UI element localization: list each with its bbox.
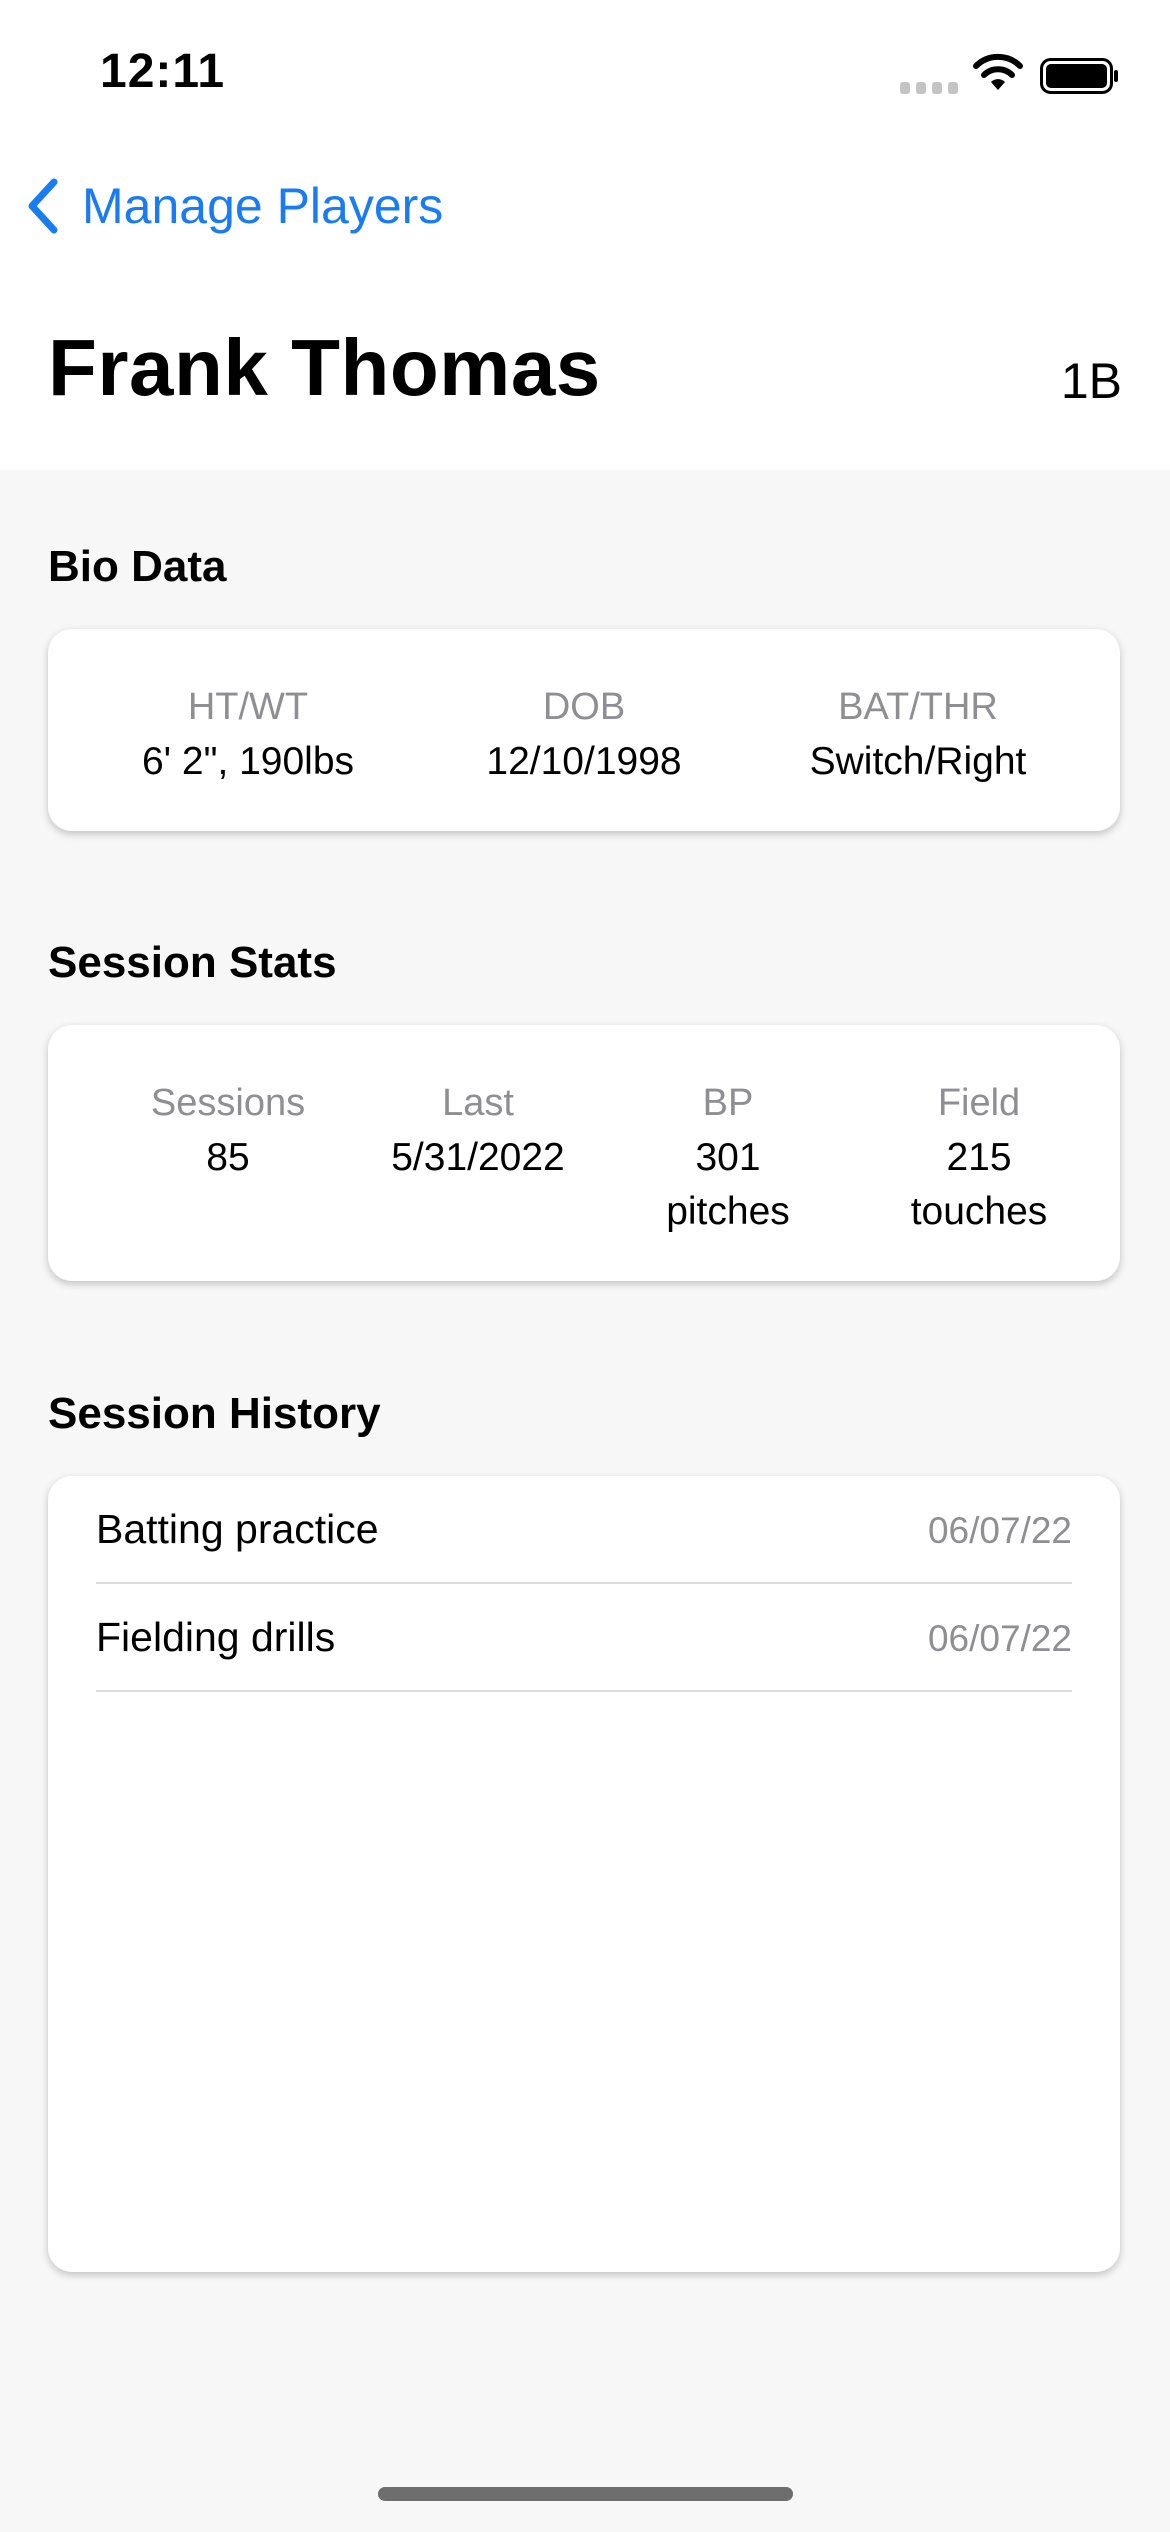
- back-button-label: Manage Players: [82, 178, 444, 234]
- home-indicator[interactable]: [378, 2487, 793, 2501]
- status-icons: [900, 50, 1130, 100]
- session-date: 06/07/22: [927, 1618, 1072, 1659]
- bio-item-dob: DOB 12/10/1998: [444, 679, 724, 789]
- stat-label: DOB: [542, 686, 626, 728]
- stat-label: BP: [702, 1082, 754, 1124]
- stat-unit: pitches: [666, 1190, 790, 1233]
- stat-value: 12/10/1998: [486, 740, 682, 783]
- page-title: Frank Thomas: [48, 323, 601, 412]
- stat-label: BAT/THR: [838, 686, 998, 728]
- stat-bp: BP 301 pitches: [608, 1075, 848, 1239]
- back-button[interactable]: Manage Players: [26, 176, 443, 236]
- wifi-icon: [973, 53, 1023, 90]
- stat-value: 301: [695, 1136, 761, 1179]
- stat-label: Field: [937, 1082, 1021, 1124]
- session-date: 06/07/22: [927, 1510, 1072, 1551]
- stat-field: Field 215 touches: [859, 1075, 1099, 1239]
- stat-value: Switch/Right: [809, 740, 1027, 783]
- session-history-section-title: Session History: [48, 1389, 381, 1438]
- stat-value: 85: [206, 1136, 250, 1179]
- list-item[interactable]: Fielding drills 06/07/22: [96, 1584, 1072, 1692]
- stat-value: 6' 2", 190lbs: [141, 740, 355, 783]
- bio-item-bat-thr: BAT/THR Switch/Right: [778, 679, 1058, 789]
- stat-sessions: Sessions 85: [108, 1075, 348, 1185]
- bio-section-title: Bio Data: [48, 542, 227, 591]
- stat-label: HT/WT: [187, 686, 309, 728]
- stat-label: Sessions: [150, 1082, 306, 1124]
- stat-unit: touches: [910, 1190, 1048, 1233]
- chevron-left-icon: [28, 178, 58, 234]
- cellular-signal-icon: [900, 82, 958, 98]
- bio-card: HT/WT 6' 2", 190lbs DOB 12/10/1998 BAT/T…: [48, 629, 1120, 831]
- battery-icon: [1040, 58, 1118, 94]
- header-area: 12:11 Manage Players Frank Thomas 1B: [0, 0, 1170, 470]
- session-name: Batting practice: [96, 1506, 379, 1552]
- bio-item-ht-wt: HT/WT 6' 2", 190lbs: [108, 679, 388, 789]
- stat-last: Last 5/31/2022: [358, 1075, 598, 1185]
- player-position: 1B: [1060, 353, 1122, 409]
- stat-value: 215: [946, 1136, 1012, 1179]
- stat-value: 5/31/2022: [391, 1136, 565, 1179]
- list-item[interactable]: Batting practice 06/07/22: [96, 1476, 1072, 1584]
- stat-label: Last: [442, 1082, 514, 1124]
- session-stats-section-title: Session Stats: [48, 938, 337, 987]
- session-stats-card: Sessions 85 Last 5/31/2022 BP 301 pitche…: [48, 1025, 1120, 1281]
- session-history-card: Batting practice 06/07/22 Fielding drill…: [48, 1476, 1120, 2272]
- status-time: 12:11: [100, 45, 226, 98]
- session-name: Fielding drills: [96, 1614, 336, 1660]
